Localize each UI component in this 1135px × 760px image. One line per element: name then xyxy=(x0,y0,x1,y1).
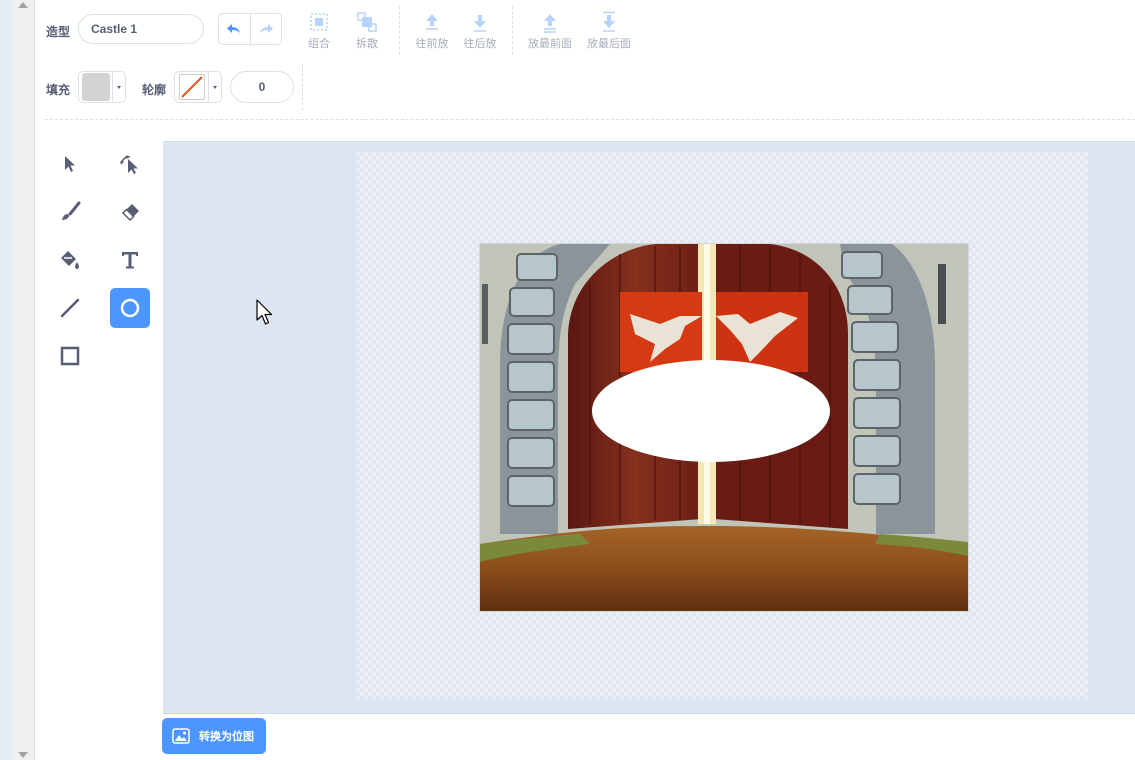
undo-redo-group xyxy=(218,13,282,45)
scroll-up-icon[interactable] xyxy=(18,2,28,8)
text-tool[interactable] xyxy=(110,240,150,280)
arrow-cursor-icon xyxy=(65,156,75,172)
outline-dropdown-arrow[interactable] xyxy=(209,72,221,102)
caret-down-icon xyxy=(213,85,218,89)
ellipse-tool[interactable] xyxy=(110,288,150,328)
arrow-bottom-icon xyxy=(603,11,615,32)
ungroup-button[interactable]: 拆散 xyxy=(339,11,395,51)
fill-dropdown-arrow[interactable] xyxy=(113,72,125,102)
redo-icon xyxy=(259,24,273,33)
left-panel-edge xyxy=(0,0,12,760)
outline-swatch-cell xyxy=(175,72,210,102)
image-icon xyxy=(172,728,190,744)
square-icon xyxy=(60,346,80,366)
outline-width-input[interactable]: 0 xyxy=(230,71,294,103)
fill-color-picker[interactable] xyxy=(78,71,126,103)
no-fill-slash-icon xyxy=(180,76,203,98)
reshape-tool[interactable] xyxy=(110,144,150,184)
group-label: 组合 xyxy=(308,38,330,50)
brush-tool[interactable] xyxy=(50,192,90,232)
divider xyxy=(302,64,303,110)
arrow-down-icon xyxy=(474,15,486,32)
caret-down-icon xyxy=(117,85,122,89)
undo-button[interactable] xyxy=(219,14,251,44)
convert-to-bitmap-button[interactable]: 转换为位图 xyxy=(162,718,266,754)
fill-swatch-cell xyxy=(79,72,114,102)
brush-icon xyxy=(62,201,81,220)
vertical-scrollbar[interactable] xyxy=(12,0,35,760)
outline-swatch xyxy=(178,74,205,100)
outline-label: 轮廓 xyxy=(142,83,167,97)
redo-button[interactable] xyxy=(251,14,282,44)
line-icon xyxy=(60,298,80,318)
divider xyxy=(399,6,400,54)
divider xyxy=(512,6,513,54)
rectangle-tool[interactable] xyxy=(50,336,90,376)
circle-icon xyxy=(120,298,140,318)
fill-tool[interactable] xyxy=(50,240,90,280)
scroll-thumb[interactable] xyxy=(14,14,32,680)
bring-to-front-button[interactable]: 放最前面 xyxy=(522,11,578,51)
forward-label: 往前放 xyxy=(415,38,449,50)
line-tool[interactable] xyxy=(50,288,90,328)
reshape-icon xyxy=(120,155,138,174)
convert-to-bitmap-label: 转换为位图 xyxy=(199,731,254,743)
outline-color-picker[interactable] xyxy=(174,71,222,103)
paint-bucket-icon xyxy=(61,251,79,269)
send-to-back-button[interactable]: 放最后面 xyxy=(581,11,637,51)
undo-icon xyxy=(227,24,241,33)
backward-button[interactable]: 往后放 xyxy=(452,11,508,51)
front-label: 放最前面 xyxy=(528,38,572,50)
select-tool[interactable] xyxy=(50,144,90,184)
backward-label: 往后放 xyxy=(463,38,497,50)
castle-gate-image xyxy=(480,244,968,611)
toolbar-divider xyxy=(45,119,1135,120)
costume-name-input[interactable]: Castle 1 xyxy=(78,14,204,44)
ungroup-icon xyxy=(357,12,377,32)
fill-label: 填充 xyxy=(46,83,71,97)
group-icon xyxy=(310,13,328,31)
ungroup-label: 拆散 xyxy=(356,38,378,50)
fill-swatch xyxy=(81,73,110,101)
text-icon xyxy=(122,252,138,269)
back-label: 放最后面 xyxy=(587,38,631,50)
eraser-icon xyxy=(121,204,139,222)
scroll-down-icon[interactable] xyxy=(18,752,28,758)
costume-image[interactable] xyxy=(479,243,969,612)
mouse-cursor-icon xyxy=(256,299,273,325)
costume-label: 造型 xyxy=(46,25,71,39)
arrow-up-icon xyxy=(426,14,438,30)
arrow-top-icon xyxy=(544,14,556,33)
eraser-tool[interactable] xyxy=(110,192,150,232)
